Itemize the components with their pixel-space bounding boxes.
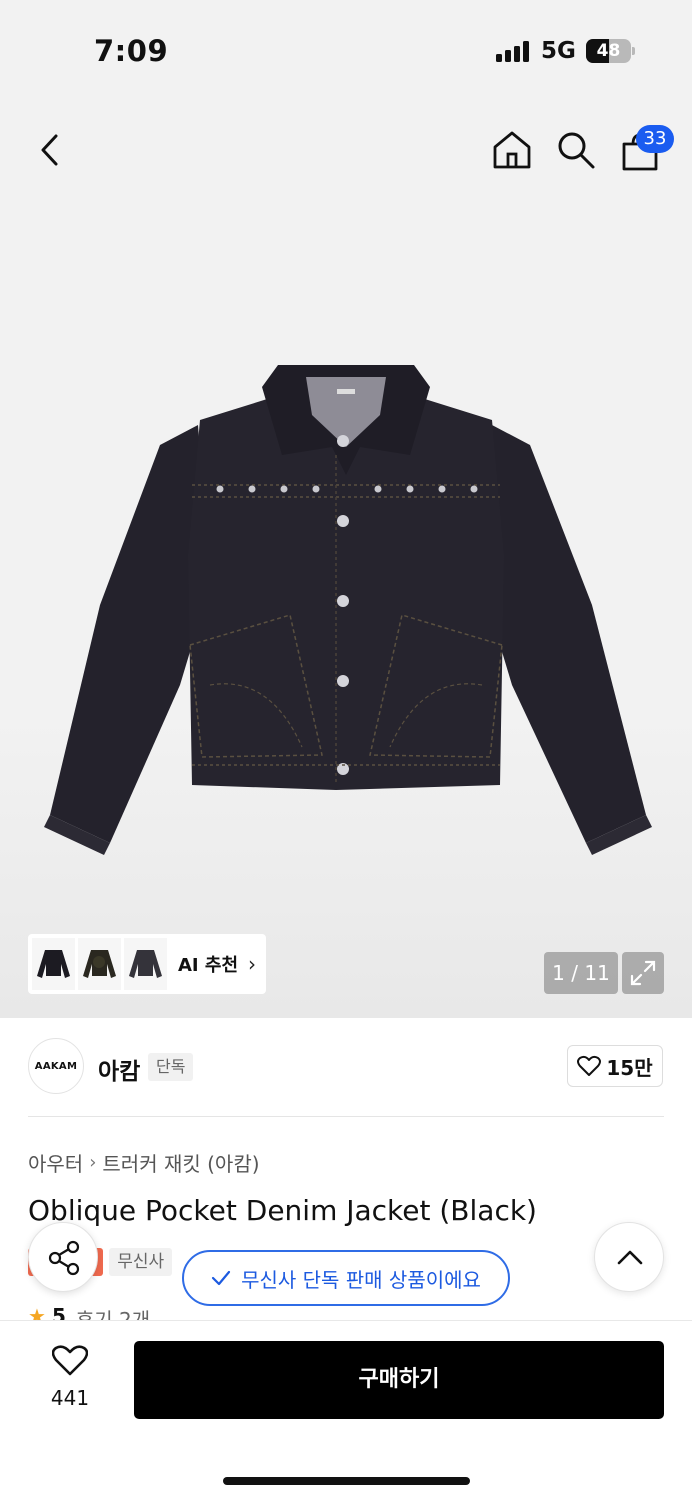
musinsa-tag: 무신사: [109, 1248, 173, 1276]
brand-logo[interactable]: AAKAM: [28, 1038, 84, 1094]
review-count: 후기 2개: [75, 1308, 151, 1320]
rating-score: 5: [51, 1304, 66, 1320]
expand-icon: [630, 960, 656, 986]
battery-icon: 48: [586, 39, 631, 63]
product-photo: [44, 365, 652, 855]
toast-text: 무신사 단독 판매 상품이에요: [241, 1267, 481, 1292]
network-label: 5G: [541, 38, 576, 64]
buy-button[interactable]: 구매하기: [134, 1341, 664, 1419]
check-icon: [211, 1270, 231, 1286]
chevron-left-icon[interactable]: [28, 128, 72, 172]
scroll-top-button[interactable]: [594, 1222, 664, 1292]
search-icon[interactable]: [554, 128, 598, 172]
product-title: Oblique Pocket Denim Jacket (Black): [28, 1194, 537, 1227]
thumbnail-2[interactable]: [78, 938, 121, 990]
product-page: 7:09 5G 48 33 AI 추천 › 1 / 11 AAKAM 아캄 단독…: [0, 0, 692, 1500]
status-time: 7:09: [94, 34, 169, 68]
brand-like-button[interactable]: 15만: [567, 1045, 663, 1087]
share-button[interactable]: [28, 1222, 98, 1292]
chevron-right-icon: ›: [89, 1152, 97, 1173]
chevron-right-icon: ›: [248, 952, 257, 976]
chevron-up-icon: [617, 1250, 643, 1265]
thumbnail-1[interactable]: [32, 938, 75, 990]
cart-badge: 33: [636, 125, 674, 153]
signal-icon: [496, 40, 532, 62]
brand-like-count: 15만: [606, 1055, 653, 1080]
breadcrumb: 아우터 › 트러커 재킷 (아캄): [28, 1148, 260, 1177]
rating-row[interactable]: ★ 5 후기 2개: [28, 1304, 150, 1320]
heart-icon: [577, 1055, 602, 1076]
image-counter: 1 / 11: [544, 952, 618, 994]
breadcrumb-category[interactable]: 아우터: [28, 1148, 83, 1177]
exclusive-badge: 단독: [148, 1053, 194, 1081]
battery-level: 48: [596, 41, 621, 61]
star-icon: ★: [28, 1304, 46, 1320]
divider: [28, 1116, 664, 1117]
home-indicator: [223, 1477, 470, 1485]
share-icon: [48, 1240, 80, 1276]
product-image-gallery[interactable]: 7:09 5G 48 33 AI 추천 › 1 / 11: [0, 0, 692, 1018]
battery-tip: [632, 47, 635, 55]
wishlist-count: 441: [50, 1386, 90, 1410]
thumbnail-strip: AI 추천 ›: [28, 934, 266, 994]
heart-icon: [51, 1345, 89, 1376]
wishlist-button[interactable]: [40, 1344, 100, 1380]
ai-recommend-button[interactable]: AI 추천 ›: [178, 951, 256, 977]
thumbnail-3[interactable]: [124, 938, 167, 990]
ai-recommend-label: AI 추천: [178, 955, 239, 976]
exclusive-toast: 무신사 단독 판매 상품이에요: [182, 1250, 510, 1306]
expand-button[interactable]: [622, 952, 664, 994]
brand-name[interactable]: 아캄: [98, 1052, 140, 1086]
home-icon[interactable]: [490, 128, 534, 172]
breadcrumb-subcategory[interactable]: 트러커 재킷 (아캄): [102, 1148, 259, 1177]
